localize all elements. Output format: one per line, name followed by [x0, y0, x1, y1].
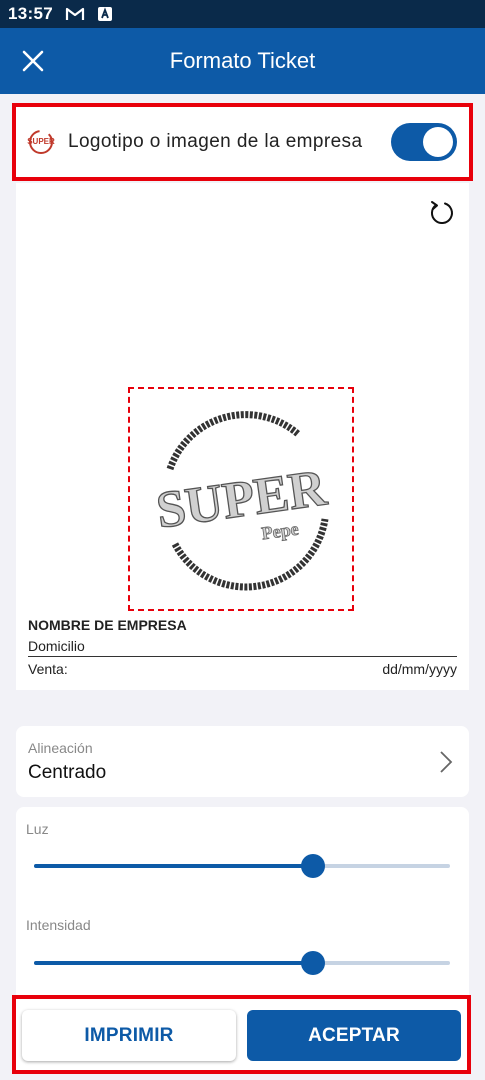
company-logo-thumbnail: SUPER	[27, 130, 55, 154]
divider	[28, 656, 457, 657]
intensity-label: Intensidad	[26, 917, 91, 933]
business-address: Domicilio	[28, 638, 85, 654]
light-slider[interactable]	[34, 852, 450, 880]
logo-setting-label: Logotipo o imagen de la empresa	[68, 131, 363, 152]
logo-word-pepe: Pepe	[260, 519, 299, 544]
slider-fill	[34, 864, 313, 868]
sale-label: Venta:	[28, 661, 68, 677]
logo-word-super: SUPER	[153, 459, 331, 539]
action-bar: IMPRIMIR ACEPTAR	[12, 995, 471, 1074]
company-logo-image: SUPER Pepe	[152, 411, 332, 591]
close-icon	[22, 50, 44, 72]
page-title: Formato Ticket	[169, 48, 316, 73]
notification-icon	[97, 6, 113, 22]
gmail-icon	[65, 6, 85, 22]
alignment-selector[interactable]: Alineación Centrado	[16, 726, 469, 797]
status-bar: 13:57	[0, 0, 485, 28]
chevron-right-icon	[440, 751, 453, 773]
toggle-knob	[423, 127, 453, 157]
thumbnail-logo-text: SUPER	[27, 137, 55, 146]
reset-icon[interactable]	[426, 198, 456, 228]
app-bar: Formato Ticket	[0, 28, 485, 94]
print-button[interactable]: IMPRIMIR	[22, 1010, 236, 1061]
print-settings-card: Luz Intensidad	[16, 807, 469, 1007]
alignment-label: Alineación	[28, 740, 93, 756]
status-time: 13:57	[8, 4, 53, 23]
alignment-value: Centrado	[28, 762, 107, 783]
logo-setting-row: SUPER Logotipo o imagen de la empresa	[12, 103, 473, 181]
close-button[interactable]	[14, 42, 52, 80]
slider-fill	[34, 961, 313, 965]
slider-thumb[interactable]	[300, 951, 325, 975]
intensity-slider[interactable]	[34, 949, 450, 977]
light-label: Luz	[26, 821, 49, 837]
business-name: NOMBRE DE EMPRESA	[28, 617, 187, 633]
logo-toggle[interactable]	[391, 123, 457, 161]
ticket-preview: SUPER Pepe NOMBRE DE EMPRESA Domicilio V…	[16, 183, 469, 690]
slider-thumb[interactable]	[300, 854, 325, 878]
date-format: dd/mm/yyyy	[382, 661, 457, 677]
accept-button[interactable]: ACEPTAR	[247, 1010, 461, 1061]
logo-frame[interactable]: SUPER Pepe	[128, 387, 354, 611]
